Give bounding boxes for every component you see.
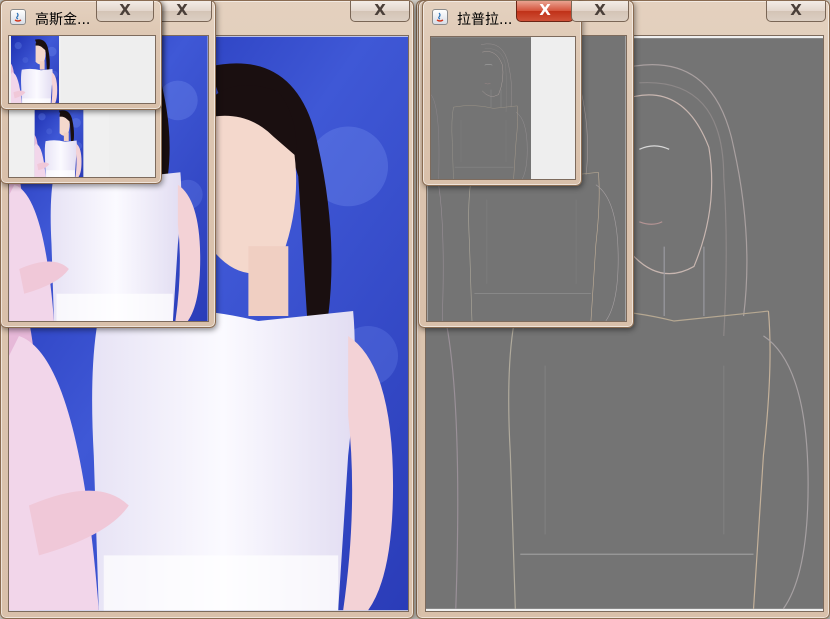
java-icon (432, 9, 448, 25)
close-button[interactable]: X (571, 1, 629, 22)
laplacian-small-image (431, 37, 531, 180)
close-button[interactable]: X (516, 1, 574, 22)
gaussian-pyramid-panel (8, 35, 156, 104)
pyramid-thumbnail (9, 36, 61, 104)
java-icon (10, 9, 26, 25)
empty-area (61, 36, 155, 103)
window-title: 拉普拉... (457, 12, 513, 28)
empty-area (109, 107, 155, 177)
close-button[interactable]: X (350, 1, 410, 22)
close-button[interactable]: X (766, 1, 826, 22)
gaussian-small-panel (8, 106, 156, 178)
gaussian-pyramid-window[interactable]: 高斯金... X (0, 0, 162, 110)
window-title: 高斯金... (35, 12, 91, 28)
close-button[interactable]: X (96, 1, 154, 22)
laplacian-small-window[interactable]: 拉普拉... X (422, 0, 582, 186)
empty-area (531, 37, 575, 179)
gaussian-small-image (9, 107, 109, 177)
laplacian-small-panel (430, 36, 576, 180)
